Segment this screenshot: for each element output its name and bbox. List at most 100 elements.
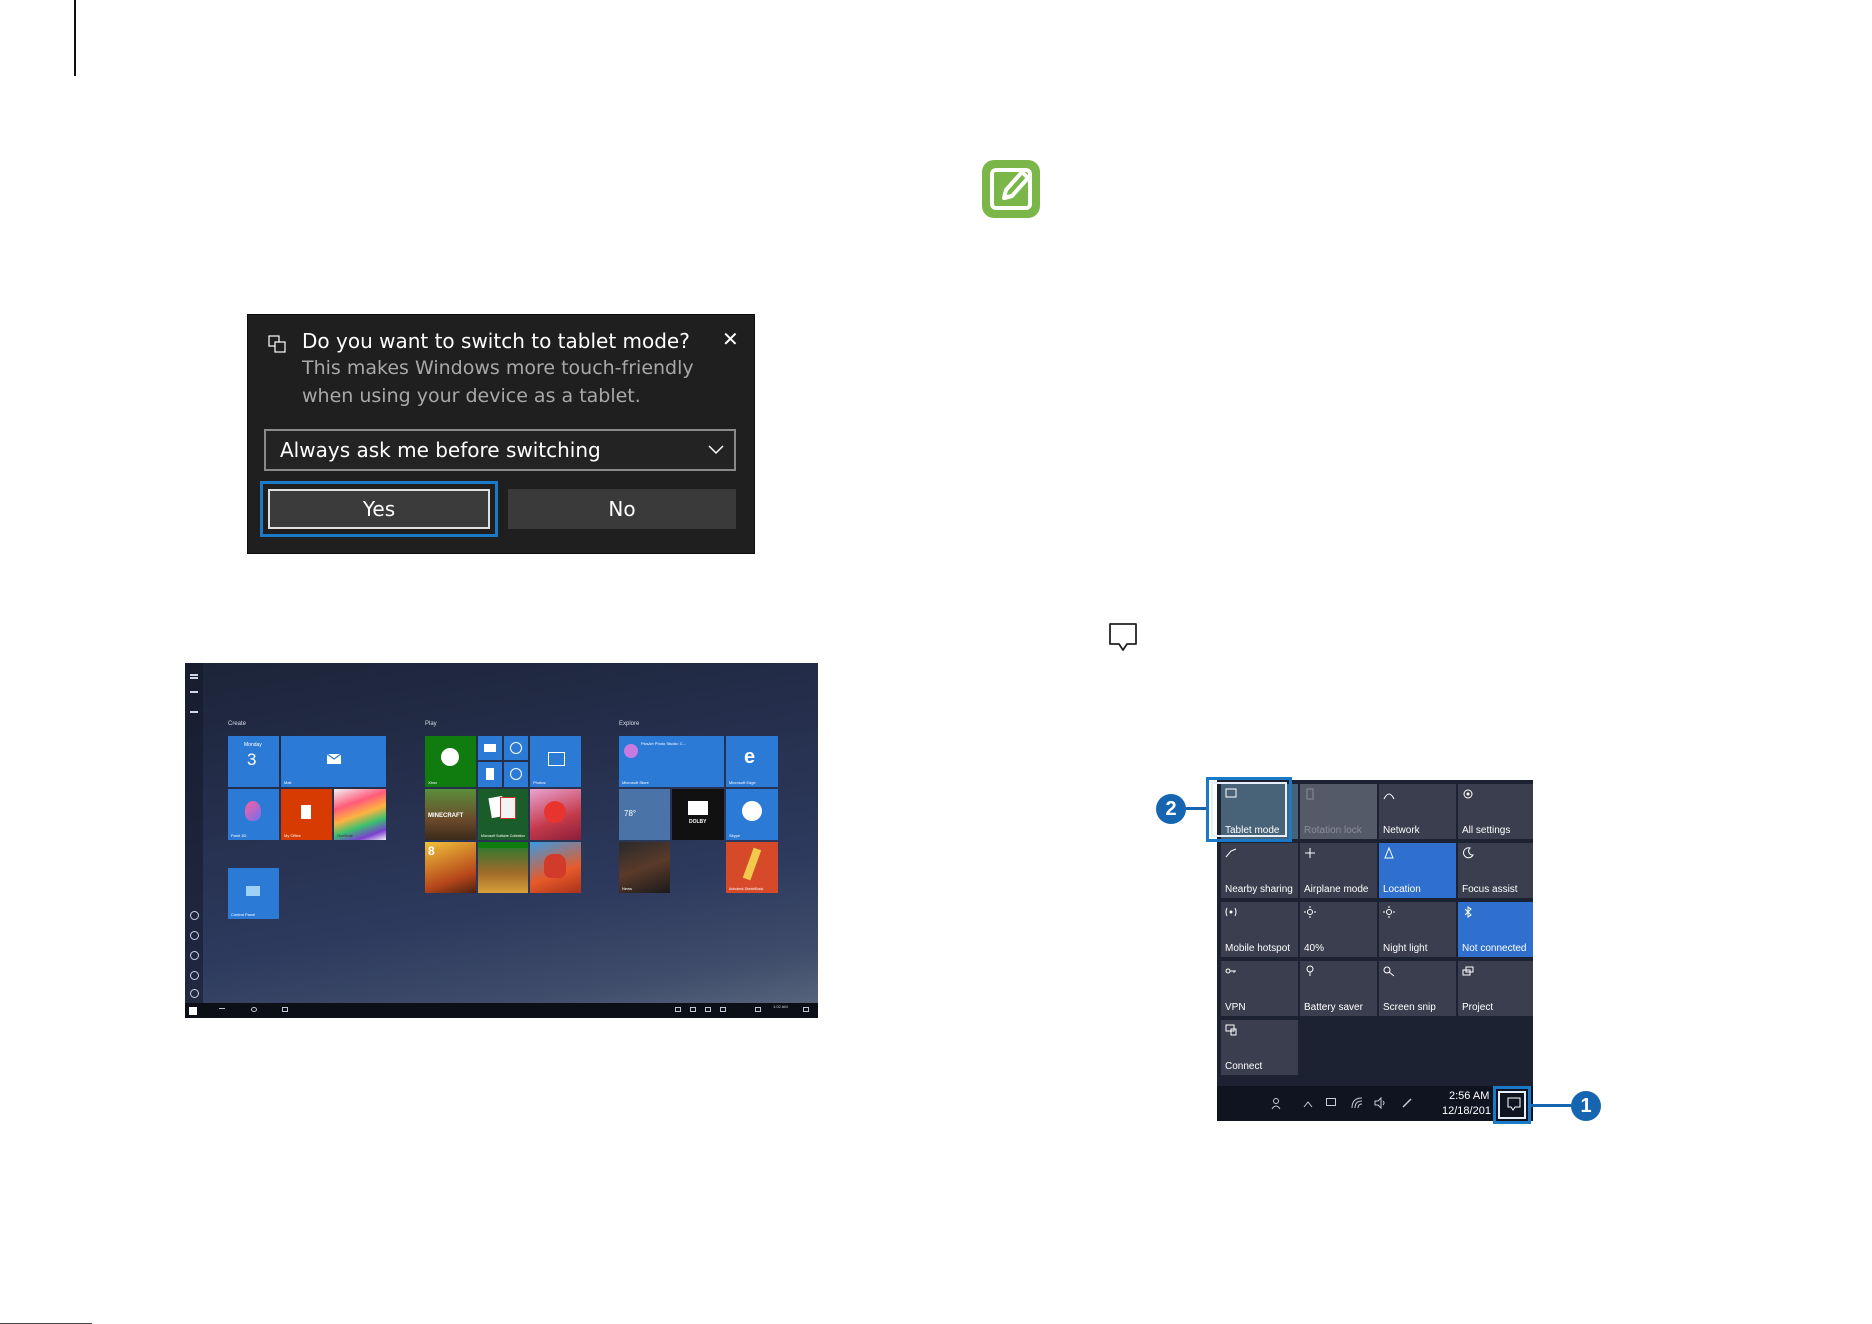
quick-action-all-settings[interactable]: All settings: [1458, 784, 1533, 839]
tablet-mode-prompt: Do you want to switch to tablet mode? Th…: [247, 314, 755, 554]
quick-action-focus-assist[interactable]: Focus assist: [1458, 843, 1533, 898]
tray-clock-time[interactable]: 2:56 AM: [1449, 1090, 1489, 1102]
tray-icon-4[interactable]: [720, 1007, 726, 1012]
tile-weather[interactable]: 78°: [619, 789, 670, 840]
tile-candy-crush[interactable]: [530, 789, 581, 840]
quick-action-bluetooth[interactable]: Not connected: [1458, 902, 1533, 957]
quick-action-mobile-hotspot[interactable]: Mobile hotspot: [1221, 902, 1298, 957]
tile-dolby[interactable]: DOLBY: [672, 789, 724, 840]
tile-onenote[interactable]: OneNote: [334, 789, 386, 840]
keyboard-icon[interactable]: [755, 1007, 761, 1012]
quick-action-label: Night light: [1383, 943, 1428, 954]
disc-icon: [510, 742, 522, 754]
people-icon[interactable]: [1271, 1098, 1285, 1110]
pencil-icon: [742, 847, 762, 881]
tile-mail[interactable]: Mail: [281, 736, 386, 787]
tile-label-store: Microsoft Store: [622, 780, 649, 785]
dolby-icon: [688, 801, 708, 815]
tile-photo-studio[interactable]: PicsArt Photo Studio: C... Microsoft Sto…: [619, 736, 724, 787]
quick-action-rotation-lock[interactable]: Rotation lock: [1300, 784, 1377, 839]
chevron-down-icon: [708, 445, 724, 455]
tile-photos[interactable]: Photos: [530, 736, 581, 787]
quick-action-label: Not connected: [1462, 943, 1527, 954]
quick-action-connect[interactable]: Connect: [1221, 1020, 1298, 1075]
quick-action-label: 40%: [1304, 943, 1325, 954]
quick-action-label: Screen snip: [1383, 1002, 1436, 1013]
quick-action-location[interactable]: Location: [1379, 843, 1456, 898]
wifi-icon: [1383, 793, 1395, 800]
prompt-body-line-1: This makes Windows more touch-friendly: [302, 357, 694, 379]
tile-skype[interactable]: Skype: [726, 789, 778, 840]
dolby-label: DOLBY: [689, 819, 707, 825]
tiles-view-icon[interactable]: [190, 691, 198, 693]
tile-calendar[interactable]: Monday 3: [228, 736, 279, 787]
tile-label-sketchbook: Autodesk SketchBook: [729, 887, 764, 891]
tile-news[interactable]: News: [619, 842, 670, 893]
control-panel-icon: [246, 886, 260, 896]
chevron-up-icon[interactable]: [1303, 1100, 1313, 1108]
tablet-mode-highlight-inner: [1211, 782, 1287, 837]
quick-action-label: Airplane mode: [1304, 884, 1369, 895]
tile-label-news: News: [622, 886, 633, 891]
tile-label-my-office: My Office: [284, 833, 301, 838]
tray-icon-1[interactable]: [675, 1007, 681, 1012]
quick-action-network[interactable]: Network: [1379, 784, 1456, 839]
back-icon[interactable]: [219, 1008, 225, 1013]
tile-solitaire[interactable]: Microsoft Solitaire Collection: [478, 789, 528, 840]
tray-icon-3[interactable]: [705, 1007, 711, 1012]
tile-minecraft[interactable]: MINECRAFT: [425, 789, 476, 840]
quick-action-airplane-mode[interactable]: Airplane mode: [1300, 843, 1377, 898]
menu-icon[interactable]: [190, 674, 198, 676]
battery-icon[interactable]: [1326, 1098, 1336, 1106]
tray-icon-2[interactable]: [690, 1007, 696, 1012]
pictures-icon[interactable]: [190, 951, 199, 960]
quick-action-screen-snip[interactable]: Screen snip: [1379, 961, 1456, 1016]
tile-asphalt[interactable]: 8: [425, 842, 476, 893]
tile-game-xbox[interactable]: [478, 842, 528, 893]
callout-1: 1: [1571, 1091, 1601, 1121]
quick-action-project[interactable]: Project: [1458, 961, 1533, 1016]
power-icon[interactable]: [190, 989, 199, 998]
gear-icon[interactable]: [190, 971, 199, 980]
tile-xbox[interactable]: Xbox: [425, 736, 476, 787]
quick-action-label: Nearby sharing: [1225, 884, 1293, 895]
switch-behavior-dropdown[interactable]: Always ask me before switching: [264, 429, 736, 471]
group-label-explore: Explore: [619, 721, 640, 727]
windows-icon[interactable]: [189, 1007, 197, 1015]
pen-icon[interactable]: [1401, 1097, 1413, 1109]
tile-edge[interactable]: e Microsoft Edge: [726, 736, 778, 787]
action-center-icon[interactable]: [803, 1007, 809, 1012]
quick-action-label: VPN: [1225, 1002, 1246, 1013]
no-button[interactable]: No: [508, 489, 736, 529]
documents-icon[interactable]: [190, 931, 199, 940]
tile-label-paint-3d: Paint 3D: [231, 833, 247, 838]
quick-action-battery-saver[interactable]: Battery saver: [1300, 961, 1377, 1016]
callout-2: 2: [1156, 794, 1186, 824]
tile-calculator[interactable]: [478, 762, 502, 787]
quick-action-label: Location: [1383, 884, 1421, 895]
quick-action-night-light[interactable]: Night light: [1379, 902, 1456, 957]
wifi-icon[interactable]: [1351, 1097, 1363, 1109]
quick-action-vpn[interactable]: VPN: [1221, 961, 1298, 1016]
tile-paint-3d[interactable]: Paint 3D: [228, 789, 279, 840]
tile-movies[interactable]: [478, 736, 502, 760]
quick-action-brightness[interactable]: 40%: [1300, 902, 1377, 957]
tile-groove[interactable]: [504, 736, 528, 760]
tile-camera[interactable]: [504, 762, 528, 787]
tile-my-office[interactable]: My Office: [281, 789, 332, 840]
vpn-icon: [1225, 968, 1236, 974]
task-view-icon[interactable]: [282, 1007, 288, 1012]
skype-icon: [742, 801, 762, 821]
mail-icon: [326, 753, 342, 764]
quick-action-nearby-sharing[interactable]: Nearby sharing: [1221, 843, 1298, 898]
tile-control-panel[interactable]: Control Panel: [228, 868, 279, 919]
close-icon[interactable]: ✕: [722, 327, 739, 351]
volume-icon[interactable]: [1374, 1097, 1388, 1109]
yes-button[interactable]: Yes: [268, 489, 490, 529]
tile-dragon-game[interactable]: [530, 842, 581, 893]
tile-sketchbook[interactable]: Autodesk SketchBook: [726, 842, 778, 893]
search-icon[interactable]: [251, 1007, 257, 1012]
all-apps-icon[interactable]: [190, 711, 198, 713]
user-icon[interactable]: [190, 911, 199, 920]
tray-clock-date[interactable]: 12/18/201: [1442, 1105, 1491, 1117]
